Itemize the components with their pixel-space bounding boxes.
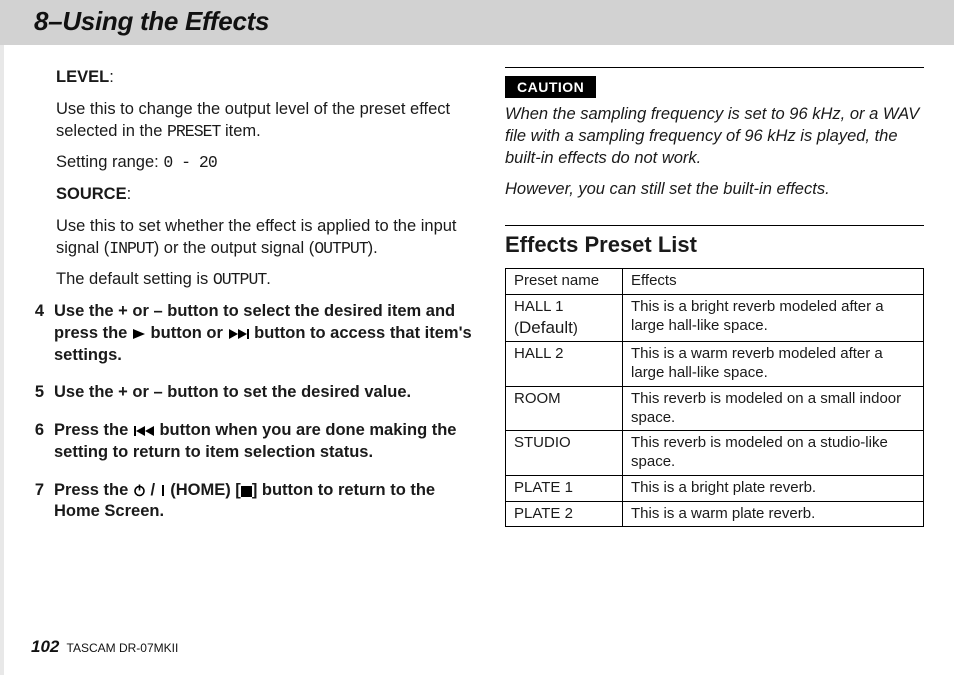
cell-effects: This is a warm reverb modeled after a la… xyxy=(623,342,924,387)
stop-icon xyxy=(241,486,252,497)
step-4: 4 Use the + or – button to select the de… xyxy=(56,301,475,366)
step-number: 6 xyxy=(28,420,44,464)
text: . xyxy=(266,270,271,288)
source-heading: SOURCE: xyxy=(56,184,475,206)
th-effects: Effects xyxy=(623,269,924,295)
level-label: LEVEL xyxy=(56,68,109,86)
step-6: 6 Press the button when you are done mak… xyxy=(56,420,475,464)
cell-effects: This reverb is modeled on a small indoor… xyxy=(623,386,924,431)
cell-effects: This is a bright reverb modeled after a … xyxy=(623,294,924,342)
slash: / xyxy=(150,481,159,499)
text: Press the xyxy=(54,421,133,439)
table-row: PLATE 1 This is a bright plate reverb. xyxy=(506,475,924,501)
text: item. xyxy=(220,122,260,140)
text: ) or the output signal ( xyxy=(154,239,315,257)
text: (HOME) [ xyxy=(170,481,241,499)
page: 8–Using the Effects LEVEL: Use this to c… xyxy=(0,0,954,675)
source-description: Use this to set whether the effect is ap… xyxy=(56,216,475,260)
text: ). xyxy=(368,239,378,257)
setting-range: Setting range: 0 - 20 xyxy=(56,152,475,174)
text: Setting range: xyxy=(56,153,163,171)
table-row: HALL 1 (Default) This is a bright reverb… xyxy=(506,294,924,342)
lcd-range: 0 - 20 xyxy=(163,153,216,172)
ffwd-icon xyxy=(228,328,250,340)
right-column: CAUTION When the sampling frequency is s… xyxy=(505,67,924,539)
text: Press the xyxy=(54,481,133,499)
chapter-title: 8–Using the Effects xyxy=(0,0,954,45)
preset-table: Preset name Effects HALL 1 (Default) Thi… xyxy=(505,268,924,527)
step-7: 7 Press the / (HOME) [] button to return… xyxy=(56,480,475,524)
caution-label: CAUTION xyxy=(505,76,596,98)
step-body: Press the button when you are done makin… xyxy=(54,420,475,464)
table-row: PLATE 2 This is a warm plate reverb. xyxy=(506,501,924,527)
lcd-output: OUTPUT xyxy=(314,239,367,258)
model-name: TASCAM DR-07MKII xyxy=(67,641,179,655)
caution-paragraph-2: However, you can still set the built-in … xyxy=(505,179,924,201)
step-number: 7 xyxy=(28,480,44,524)
source-label: SOURCE xyxy=(56,185,127,203)
divider xyxy=(505,67,924,68)
caution-paragraph-1: When the sampling frequency is set to 96… xyxy=(505,104,924,169)
cell-effects: This is a bright plate reverb. xyxy=(623,475,924,501)
text: button or xyxy=(151,324,228,342)
step-body: Press the / (HOME) [] button to return t… xyxy=(54,480,475,524)
lcd-input: INPUT xyxy=(109,239,154,258)
lcd-default: OUTPUT xyxy=(213,270,266,289)
page-footer: 102 TASCAM DR-07MKII xyxy=(31,637,178,657)
lcd-preset: PRESET xyxy=(167,122,220,141)
cell-preset-name: STUDIO xyxy=(506,431,623,476)
rewind-icon xyxy=(133,425,155,437)
table-row: ROOM This reverb is modeled on a small i… xyxy=(506,386,924,431)
level-description: Use this to change the output level of t… xyxy=(56,99,475,143)
level-heading: LEVEL: xyxy=(56,67,475,89)
table-row: HALL 2 This is a warm reverb modeled aft… xyxy=(506,342,924,387)
pause-bar-icon xyxy=(160,484,166,497)
step-number: 4 xyxy=(28,301,44,366)
content-columns: LEVEL: Use this to change the output lev… xyxy=(0,45,954,539)
divider xyxy=(505,225,924,226)
table-row: STUDIO This reverb is modeled on a studi… xyxy=(506,431,924,476)
cell-preset-name: HALL 2 xyxy=(506,342,623,387)
step-body: Use the + or – button to set the desired… xyxy=(54,382,475,404)
power-icon xyxy=(133,484,146,497)
step-5: 5 Use the + or – button to set the desir… xyxy=(56,382,475,404)
cell-effects: This reverb is modeled on a studio-like … xyxy=(623,431,924,476)
step-body: Use the + or – button to select the desi… xyxy=(54,301,475,366)
cell-effects: This is a warm plate reverb. xyxy=(623,501,924,527)
cell-preset-name: PLATE 2 xyxy=(506,501,623,527)
play-icon xyxy=(132,328,146,340)
page-number: 102 xyxy=(31,637,59,656)
cell-preset-name: ROOM xyxy=(506,386,623,431)
cell-preset-name: PLATE 1 xyxy=(506,475,623,501)
text: The default setting is xyxy=(56,270,213,288)
left-column: LEVEL: Use this to change the output lev… xyxy=(56,67,475,539)
step-number: 5 xyxy=(28,382,44,404)
table-header-row: Preset name Effects xyxy=(506,269,924,295)
default-setting: The default setting is OUTPUT. xyxy=(56,269,475,291)
cell-preset-name: HALL 1 (Default) xyxy=(506,294,623,342)
section-heading: Effects Preset List xyxy=(505,232,924,258)
steps-list: 4 Use the + or – button to select the de… xyxy=(56,301,475,523)
th-preset-name: Preset name xyxy=(506,269,623,295)
